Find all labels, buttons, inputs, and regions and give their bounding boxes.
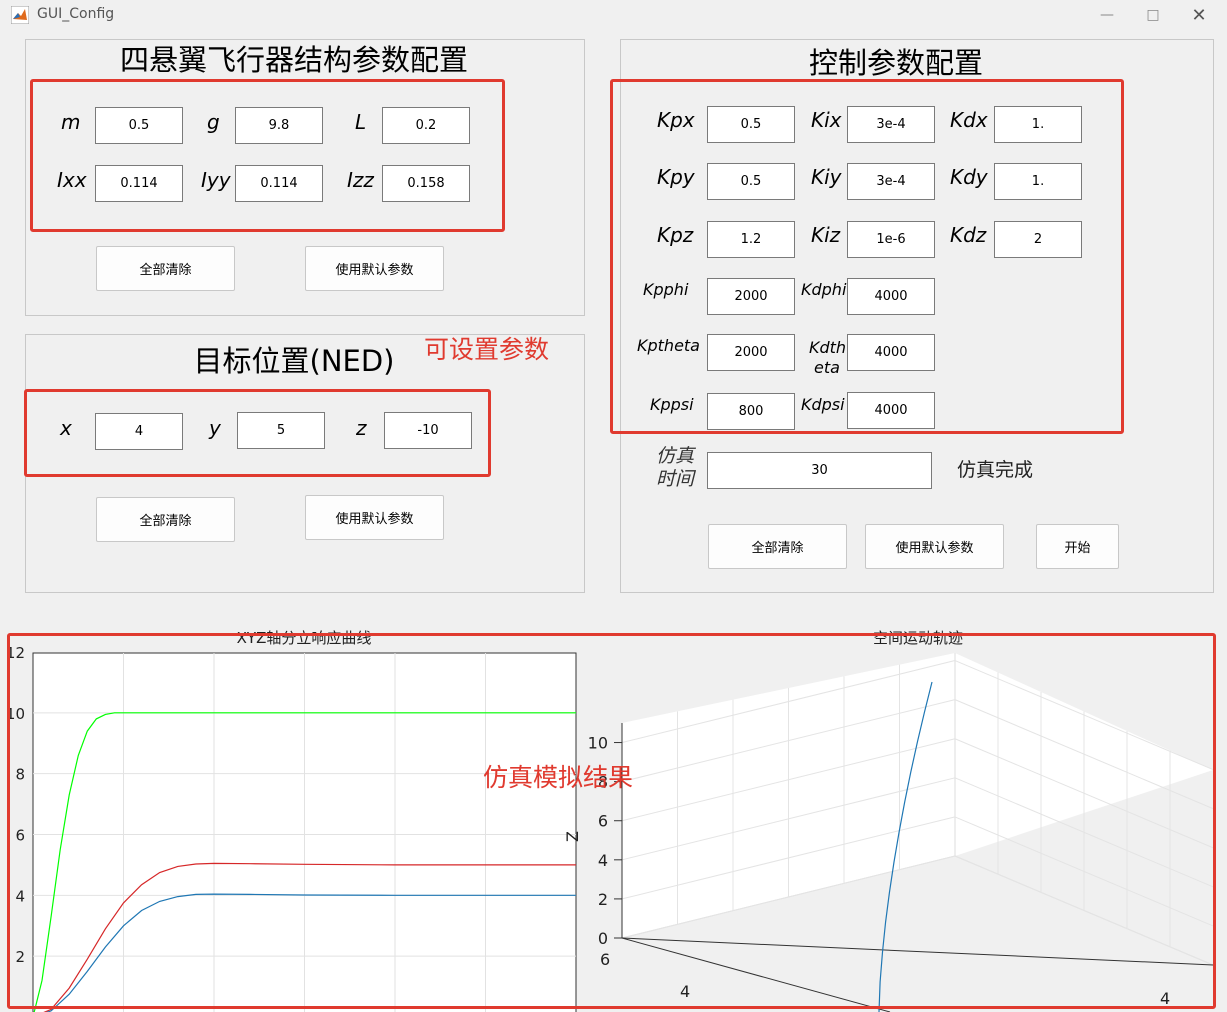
- minimize-icon[interactable]: —: [1084, 0, 1130, 30]
- control-param-highlight: [610, 79, 1124, 434]
- control-panel-title: 控制参数配置: [808, 46, 984, 80]
- sim-time-input[interactable]: 30: [707, 452, 932, 489]
- target-default-button[interactable]: 使用默认参数: [305, 495, 444, 540]
- target-panel-title: 目标位置(NED): [193, 344, 395, 378]
- results-highlight: [7, 633, 1216, 1009]
- sim-status-text: 仿真完成: [957, 459, 1034, 481]
- structure-default-button[interactable]: 使用默认参数: [305, 246, 444, 291]
- target-clear-button[interactable]: 全部清除: [96, 497, 235, 542]
- window-title: GUI_Config: [37, 6, 115, 22]
- structure-clear-button[interactable]: 全部清除: [96, 246, 235, 291]
- window-titlebar: GUI_Config — □ ✕: [0, 0, 1227, 30]
- matlab-icon: [11, 6, 29, 24]
- close-icon[interactable]: ✕: [1176, 0, 1222, 30]
- results-annotation: 仿真模拟结果: [483, 763, 634, 792]
- structure-param-highlight: [30, 79, 505, 232]
- params-annotation: 可设置参数: [424, 335, 550, 364]
- control-clear-button[interactable]: 全部清除: [708, 524, 847, 569]
- target-param-highlight: [24, 389, 491, 477]
- start-button[interactable]: 开始: [1036, 524, 1119, 569]
- structure-panel-title: 四悬翼飞行器结构参数配置: [119, 43, 469, 77]
- maximize-icon[interactable]: □: [1130, 0, 1176, 30]
- control-default-button[interactable]: 使用默认参数: [865, 524, 1004, 569]
- sim-time-label: 仿真 时间: [656, 445, 695, 490]
